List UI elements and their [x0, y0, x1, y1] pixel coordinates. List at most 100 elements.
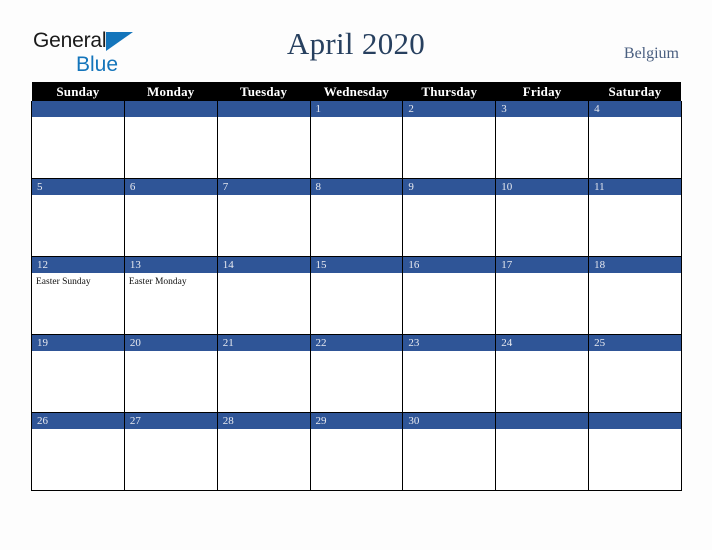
- calendar-day-cell[interactable]: 7: [216, 178, 311, 257]
- calendar-day-cell[interactable]: 17: [495, 256, 590, 335]
- weekday-header-wednesday: Wednesday: [310, 82, 403, 101]
- day-cell-inner: 27: [124, 413, 217, 490]
- calendar-day-cell[interactable]: 23: [402, 334, 497, 413]
- day-cell-inner: 28: [217, 413, 310, 490]
- calendar-day-cell[interactable]: [588, 412, 682, 491]
- day-cell-inner: [32, 101, 124, 178]
- day-events: Easter Monday: [125, 273, 217, 288]
- calendar-day-cell[interactable]: 5: [31, 178, 125, 257]
- calendar-day-cell[interactable]: 20: [123, 334, 218, 413]
- calendar-day-cell[interactable]: 28: [216, 412, 311, 491]
- day-number: 17: [496, 257, 589, 273]
- calendar-day-cell[interactable]: 18: [588, 256, 682, 335]
- day-cell-inner: 30: [403, 413, 496, 490]
- calendar-day-cell[interactable]: 15: [309, 256, 404, 335]
- day-cell-inner: 23: [403, 335, 496, 412]
- day-number: [217, 101, 310, 117]
- day-number: [32, 101, 124, 117]
- day-cell-inner: 8: [310, 179, 403, 256]
- weekday-header-tuesday: Tuesday: [217, 82, 311, 101]
- day-cell-inner: 10: [496, 179, 589, 256]
- day-number: 30: [403, 413, 496, 429]
- calendar-day-cell[interactable]: 22: [309, 334, 404, 413]
- day-events: Easter Sunday: [32, 273, 124, 288]
- day-cell-inner: 2: [403, 101, 496, 178]
- day-number: [589, 413, 681, 429]
- calendar-body: 1 2 3 4 5 6 7 8 9 10 11 12 Easter Sunday 13 Easter Mon…: [31, 101, 682, 491]
- holiday-label: Easter Sunday: [36, 277, 91, 287]
- day-cell-inner: 15: [310, 257, 403, 334]
- calendar-day-cell[interactable]: 16: [402, 256, 497, 335]
- calendar-week-row: 19 20 21 22 23 24 25: [31, 334, 682, 413]
- day-number: 26: [32, 413, 124, 429]
- day-cell-inner: 19: [32, 335, 124, 412]
- calendar-day-cell[interactable]: 26: [31, 412, 125, 491]
- calendar-day-cell[interactable]: 2: [402, 101, 497, 179]
- day-number: 25: [589, 335, 681, 351]
- day-number: [124, 101, 217, 117]
- day-cell-inner: 25: [589, 335, 681, 412]
- calendar-day-cell[interactable]: 13 Easter Monday: [123, 256, 218, 335]
- calendar-day-cell[interactable]: 11: [588, 178, 682, 257]
- day-number: 11: [589, 179, 681, 195]
- calendar-day-cell[interactable]: 3: [495, 101, 590, 179]
- calendar-day-cell[interactable]: 4: [588, 101, 682, 179]
- calendar-day-cell[interactable]: [216, 101, 311, 179]
- day-number: 18: [589, 257, 681, 273]
- calendar-day-cell[interactable]: 14: [216, 256, 311, 335]
- calendar-week-row: 26 27 28 29 30: [31, 412, 682, 491]
- weekday-header-monday: Monday: [124, 82, 218, 101]
- day-cell-inner: 7: [217, 179, 310, 256]
- month-calendar-table: Sunday Monday Tuesday Wednesday Thursday…: [31, 82, 682, 491]
- generalblue-logo[interactable]: General Blue: [33, 30, 233, 76]
- day-number: 12: [32, 257, 124, 273]
- day-cell-inner: 5: [32, 179, 124, 256]
- weekday-header-thursday: Thursday: [402, 82, 496, 101]
- calendar-day-cell[interactable]: 8: [309, 178, 404, 257]
- calendar-day-cell[interactable]: 30: [402, 412, 497, 491]
- day-cell-inner: [496, 413, 589, 490]
- day-number: 27: [124, 413, 217, 429]
- calendar-day-cell[interactable]: 9: [402, 178, 497, 257]
- calendar-week-row: 12 Easter Sunday 13 Easter Monday 14 15 16 17 18: [31, 256, 682, 335]
- calendar-day-cell[interactable]: 24: [495, 334, 590, 413]
- day-cell-inner: 13 Easter Monday: [124, 257, 217, 334]
- day-cell-inner: 3: [496, 101, 589, 178]
- page-header: General Blue April 2020 Belgium: [0, 0, 712, 82]
- day-number: [496, 413, 589, 429]
- calendar-day-cell[interactable]: 27: [123, 412, 218, 491]
- calendar-day-cell[interactable]: 29: [309, 412, 404, 491]
- calendar-day-cell[interactable]: [495, 412, 590, 491]
- calendar-day-cell[interactable]: 25: [588, 334, 682, 413]
- calendar-day-cell[interactable]: 19: [31, 334, 125, 413]
- day-cell-inner: 1: [310, 101, 403, 178]
- day-number: 6: [124, 179, 217, 195]
- day-number: 2: [403, 101, 496, 117]
- day-cell-inner: 9: [403, 179, 496, 256]
- day-number: 14: [217, 257, 310, 273]
- day-cell-inner: 26: [32, 413, 124, 490]
- day-number: 16: [403, 257, 496, 273]
- day-number: 13: [124, 257, 217, 273]
- calendar-day-cell[interactable]: 1: [309, 101, 404, 179]
- country-label: Belgium: [623, 45, 679, 62]
- day-cell-inner: 21: [217, 335, 310, 412]
- day-cell-inner: 6: [124, 179, 217, 256]
- day-number: 8: [310, 179, 403, 195]
- calendar-week-row: 5 6 7 8 9 10 11: [31, 178, 682, 257]
- calendar-day-cell[interactable]: 21: [216, 334, 311, 413]
- calendar-day-cell[interactable]: 12 Easter Sunday: [31, 256, 125, 335]
- day-number: 1: [310, 101, 403, 117]
- day-cell-inner: 24: [496, 335, 589, 412]
- day-number: 20: [124, 335, 217, 351]
- logo-text-general: General: [33, 29, 107, 52]
- day-number: 10: [496, 179, 589, 195]
- day-number: 22: [310, 335, 403, 351]
- day-cell-inner: 14: [217, 257, 310, 334]
- calendar-day-cell[interactable]: 10: [495, 178, 590, 257]
- calendar-day-cell[interactable]: [123, 101, 218, 179]
- calendar-week-row: 1234: [31, 101, 682, 179]
- holiday-label: Easter Monday: [128, 277, 187, 287]
- calendar-day-cell[interactable]: [31, 101, 125, 179]
- calendar-day-cell[interactable]: 6: [123, 178, 218, 257]
